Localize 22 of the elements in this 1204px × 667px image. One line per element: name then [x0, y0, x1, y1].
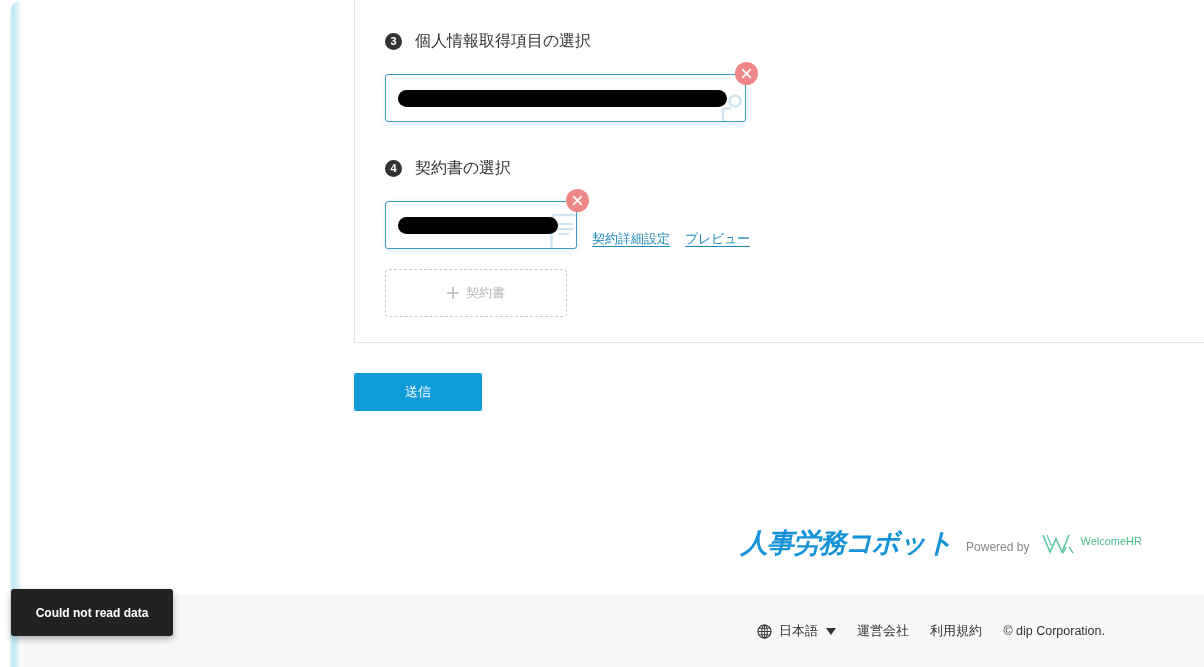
globe-icon: [757, 623, 773, 639]
id-card-icon: [719, 92, 745, 121]
logo-mark-icon: [1042, 532, 1075, 554]
footer-link[interactable]: 利用規約: [930, 622, 983, 640]
step-number: 3: [385, 32, 402, 50]
selection-field[interactable]: [385, 74, 746, 122]
step-number: 4: [385, 159, 402, 177]
step-title: 契約書の選択: [415, 158, 511, 178]
powered-by-text: Powered by: [966, 540, 1030, 554]
language-selector[interactable]: 日本語: [757, 622, 837, 640]
toast-message: Could not read data: [11, 589, 173, 636]
step-title: 個人情報取得項目の選択: [415, 31, 591, 51]
text-link[interactable]: プレビュー: [685, 230, 750, 248]
caret-down-icon: [826, 627, 837, 635]
plus-icon: [447, 287, 459, 299]
selection-field[interactable]: [385, 201, 577, 249]
copyright-text: © dip Corporation.: [1003, 624, 1105, 638]
submit-button[interactable]: 送信: [354, 373, 482, 411]
product-logo: 人事労務コボット: [741, 527, 954, 559]
text-link[interactable]: 契約詳細設定: [592, 230, 670, 248]
footer-link[interactable]: 運営会社: [857, 622, 910, 640]
partner-logo-text: WelcomeHR: [1080, 535, 1142, 547]
